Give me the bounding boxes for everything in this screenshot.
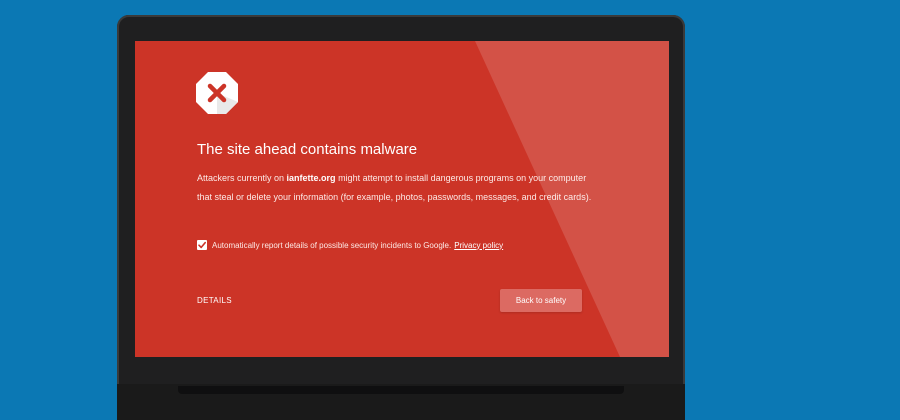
checkmark-icon: [198, 241, 206, 249]
stop-sign-x-icon: [195, 71, 239, 115]
malware-warning-screen: The site ahead contains malware Attacker…: [135, 41, 669, 357]
site-domain: ianfette.org: [286, 173, 336, 183]
report-label: Automatically report details of possible…: [212, 240, 452, 250]
laptop-hinge: [178, 386, 624, 394]
back-to-safety-button[interactable]: Back to safety: [500, 289, 582, 312]
details-link[interactable]: DETAILS: [197, 296, 232, 305]
warning-message: Attackers currently on ianfette.org migh…: [197, 169, 595, 207]
message-text-before: Attackers currently on: [197, 173, 287, 183]
report-option: Automatically report details of possible…: [197, 240, 503, 250]
page-title: The site ahead contains malware: [197, 141, 418, 158]
privacy-policy-link[interactable]: Privacy policy: [454, 241, 503, 250]
report-checkbox[interactable]: [197, 240, 207, 250]
